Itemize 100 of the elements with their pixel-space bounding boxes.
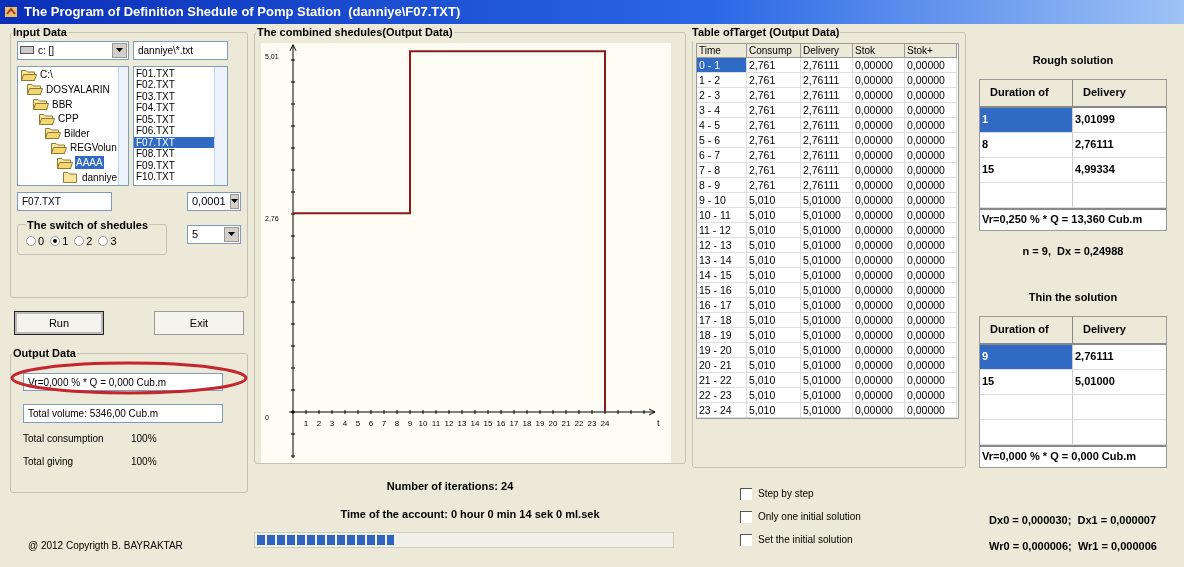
file-item[interactable]: F06.TXT <box>134 125 214 137</box>
precision-combo[interactable]: 0,0001 <box>187 191 241 211</box>
table-cell: 4 - 5 <box>697 117 747 133</box>
table-cell: 0,00000 <box>905 147 957 163</box>
folder-item[interactable]: C:\ <box>39 68 54 82</box>
table-cell: 0,00000 <box>905 372 957 388</box>
scrollbar[interactable] <box>214 66 227 185</box>
x-tick-label: 22 <box>574 418 584 428</box>
column-header[interactable]: Delivery <box>801 43 853 58</box>
table-cell: 0,00000 <box>905 387 957 403</box>
table-cell: 0,00000 <box>853 297 905 313</box>
total-label: Total giving <box>23 454 75 469</box>
table-cell: 0,00000 <box>853 282 905 298</box>
column-header[interactable]: Delivery <box>1073 316 1166 343</box>
column-header[interactable]: Consump <box>747 43 801 58</box>
table-cell: 0,00000 <box>853 342 905 358</box>
column-header[interactable]: Duration of <box>980 79 1073 106</box>
total-label: Total consumption <box>23 431 105 446</box>
file-item[interactable]: F08.TXT <box>134 148 214 160</box>
file-item[interactable]: F04.TXT <box>134 102 214 114</box>
table-cell: 5,010 <box>747 267 801 283</box>
x-tick-label: 19 <box>535 418 545 428</box>
table-cell: 2,761 <box>747 102 801 118</box>
folder-item[interactable]: AAAA <box>75 156 104 170</box>
x-tick-label: 23 <box>587 418 597 428</box>
filter-field[interactable]: danniye\*.txt <box>133 40 228 60</box>
radio-button[interactable] <box>74 236 85 247</box>
scrollbar[interactable] <box>118 66 128 185</box>
file-item[interactable]: F05.TXT <box>134 113 214 125</box>
table-cell: 0,00000 <box>905 72 957 88</box>
x-tick-label: 17 <box>509 418 519 428</box>
count-combo[interactable]: 5 <box>187 224 241 244</box>
iterations-text: Number of iterations: 24 <box>386 479 514 494</box>
table-cell: 5,01000 <box>801 252 853 268</box>
table-cell: 9 <box>980 344 1073 369</box>
vr-field[interactable]: Vr=0,000 % * Q = 0,000 Cub.m <box>23 373 223 391</box>
checkbox[interactable] <box>740 487 752 500</box>
table-cell: 0,00000 <box>905 357 957 373</box>
table-cell-text: 2,76111 <box>1074 349 1115 365</box>
table-cell: 5,01000 <box>801 402 853 418</box>
column-header[interactable]: Stok+ <box>905 43 957 58</box>
table-cell: 0,00000 <box>853 402 905 418</box>
table-cell-text: 2,76111 <box>1074 137 1115 153</box>
folder-item[interactable]: CPP <box>57 112 80 126</box>
table-cell: 5,01000 <box>801 192 853 208</box>
section-title: Thin the solution <box>1028 290 1118 305</box>
checkbox[interactable] <box>740 533 752 546</box>
column-header[interactable]: Time <box>697 43 747 58</box>
table-cell: 2,76111 <box>801 162 853 178</box>
column-header[interactable]: Stok <box>853 43 905 58</box>
table-cell: 5,01000 <box>801 237 853 253</box>
radio-button[interactable] <box>98 236 109 247</box>
exit-button[interactable]: Exit <box>154 311 244 335</box>
folder-item[interactable]: REGVolun <box>69 141 118 155</box>
checkbox[interactable] <box>740 510 752 523</box>
table-cell: 0,00000 <box>905 162 957 178</box>
file-item[interactable]: F07.TXT <box>134 136 214 148</box>
file-item[interactable]: F09.TXT <box>134 159 214 171</box>
table-cell: 2,76111 <box>801 72 853 88</box>
table-cell: 6 - 7 <box>697 147 747 163</box>
x-tick-label: 1 <box>303 418 309 428</box>
file-item[interactable]: F10.TXT <box>134 171 214 183</box>
table-cell: 13 - 14 <box>697 252 747 268</box>
radio-button[interactable] <box>26 236 36 247</box>
file-item[interactable]: F02.TXT <box>134 79 214 91</box>
table-cell: 0,00000 <box>853 192 905 208</box>
table-cell: 5,010 <box>747 282 801 298</box>
table-cell: 5,010 <box>747 312 801 328</box>
copyright-text: @ 2012 Copyrigth B. BAYRAKTAR <box>28 539 184 553</box>
table-cell: 5,01000 <box>801 387 853 403</box>
table-cell: 0,00000 <box>905 117 957 133</box>
folder-item[interactable]: Bilder <box>63 126 91 140</box>
total-volume-field[interactable]: Total volume: 5346,00 Cub.m <box>23 403 223 423</box>
file-item[interactable]: F01.TXT <box>134 67 214 79</box>
table-cell: 5,010 <box>747 252 801 268</box>
folder-item[interactable]: danniye <box>81 170 119 184</box>
table-cell: 5,010 <box>747 237 801 253</box>
table-cell: 12 - 13 <box>697 237 747 253</box>
file-item[interactable]: F03.TXT <box>134 90 214 102</box>
folder-item[interactable]: DOSYALARIN <box>45 82 111 96</box>
table-cell: 0,00000 <box>853 162 905 178</box>
column-header[interactable]: Delivery <box>1073 79 1166 106</box>
table-cell: 0,00000 <box>853 327 905 343</box>
table-cell: 0,00000 <box>853 237 905 253</box>
file-name-field[interactable]: F07.TXT <box>17 191 112 211</box>
table-cell: 10 - 11 <box>697 207 747 223</box>
x-tick-label: 6 <box>368 418 374 428</box>
table-cell: 5,01000 <box>801 327 853 343</box>
folder-icon <box>27 83 43 96</box>
x-tick-label: 14 <box>470 418 480 428</box>
folder-item[interactable]: BBR <box>51 97 74 111</box>
radio-label: 0 <box>38 234 45 249</box>
radio-button[interactable] <box>50 236 61 247</box>
table-cell: 0,00000 <box>853 117 905 133</box>
summary-text: Vr=0,000 % * Q = 0,000 Cub.m <box>980 444 1166 467</box>
table-cell: 8 <box>980 132 1073 157</box>
window-title: The Program of Definition Shedule of Pomp Station (danniye\F07.TXT) <box>24 3 461 22</box>
run-button[interactable]: Run <box>14 311 104 335</box>
drive-combo[interactable]: c: [] <box>17 40 129 60</box>
column-header[interactable]: Duration of <box>980 316 1073 343</box>
